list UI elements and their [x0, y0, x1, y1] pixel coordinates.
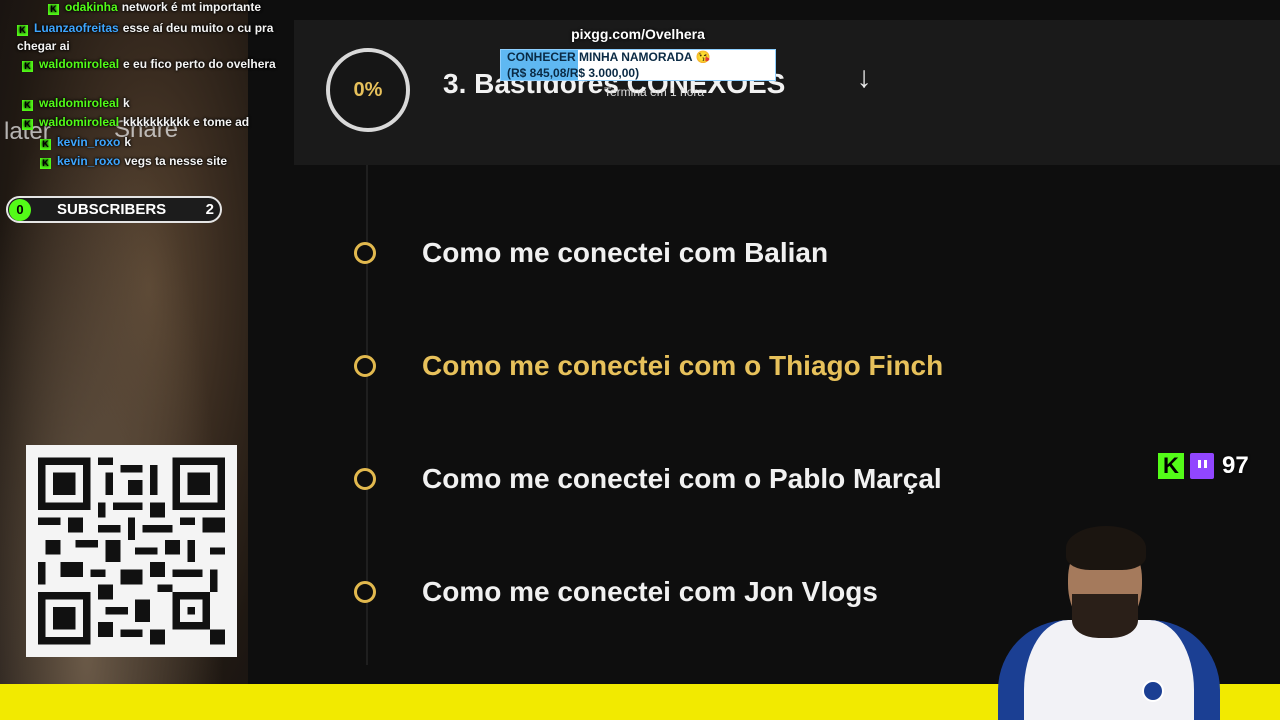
qr-code-image [38, 457, 225, 645]
chat-text: network é mt importante [121, 0, 262, 14]
chat-message: Kwaldomiroleal k [22, 96, 130, 111]
kick-badge-icon: K [40, 158, 51, 169]
chat-username: kevin_roxo [57, 135, 121, 149]
streamer-beard [1072, 594, 1138, 638]
chat-text: e eu fico perto do ovelhera [123, 57, 276, 71]
chat-message: Kkevin_roxo k [40, 135, 131, 150]
donation-goal-bar: CONHECER MINHA NAMORADA 😘 (R$ 845,08/R$ … [500, 49, 776, 81]
lesson-title[interactable]: Como me conectei com Balian [422, 237, 828, 269]
chat-message: Kodakinha network é mt importante [48, 0, 261, 15]
donation-ends-in: Termina em 1 hora [604, 85, 705, 99]
kick-badge-icon: K [17, 25, 28, 36]
kick-badge-icon: K [22, 100, 33, 111]
qr-code [26, 445, 237, 657]
kick-logo-icon: K [1158, 453, 1184, 479]
lesson-title[interactable]: Como me conectei com o Pablo Marçal [422, 463, 942, 495]
chat-message: Kkevin_roxo vegs ta nesse site [40, 154, 227, 169]
chat-message: Kwaldomiroleal kkkkkkkkkk e tome ad [22, 115, 249, 130]
chat-text: k [124, 135, 132, 149]
donation-goal-title: CONHECER MINHA NAMORADA 😘 [507, 50, 711, 64]
subscribers-goal-bar: 0 SUBSCRIBERS 2 [6, 196, 222, 223]
lesson-item[interactable]: Como me conectei com o Pablo Marçal [354, 463, 942, 495]
chat-text: k [123, 96, 130, 110]
donation-goal-amount: (R$ 845,08/R$ 3.000,00) [507, 66, 640, 80]
chat-username: waldomiroleal [39, 96, 120, 110]
arrow-down-icon[interactable]: ↓ [850, 60, 878, 96]
lesson-item[interactable]: Como me conectei com Jon Vlogs [354, 576, 878, 608]
chat-username: Luanzaofreitas [34, 21, 119, 35]
lesson-status-icon [354, 355, 376, 377]
lesson-item-active[interactable]: Como me conectei com o Thiago Finch [354, 350, 943, 382]
subscribers-current: 0 [9, 198, 31, 221]
subscribers-goal: 2 [205, 201, 214, 218]
module-header[interactable] [294, 20, 1280, 165]
lesson-title[interactable]: Como me conectei com o Thiago Finch [422, 350, 943, 382]
viewer-counter: K 97 [1158, 452, 1249, 480]
lesson-status-icon [354, 581, 376, 603]
subscribers-label: SUBSCRIBERS [57, 201, 167, 218]
chat-username: waldomiroleal [39, 57, 120, 71]
streamer-hair [1066, 526, 1146, 570]
stream-scene: 0% 3. Bastidores CONEXÕES ↓ Como me cone… [0, 0, 1280, 720]
chat-username: kevin_roxo [57, 154, 121, 168]
chat-message: Kwaldomiroleal e eu fico perto do ovelher… [22, 57, 276, 72]
lesson-title[interactable]: Como me conectei com Jon Vlogs [422, 576, 878, 608]
kick-badge-icon: K [48, 4, 59, 15]
module-progress-ring: 0% [326, 48, 410, 132]
chat-text: kkkkkkkkkk e tome ad [123, 115, 250, 129]
viewer-count: 97 [1222, 452, 1249, 479]
kick-badge-icon: K [22, 61, 33, 72]
chat-text: vegs ta nesse site [124, 154, 228, 168]
chat-message: K Luanzaofreitas esse aí deu muito o cu pr… [17, 19, 277, 55]
kick-badge-icon: K [22, 119, 33, 130]
donation-url: pixgg.com/Ovelhera [571, 26, 705, 42]
lesson-item[interactable]: Como me conectei com Balian [354, 237, 828, 269]
lesson-status-icon [354, 242, 376, 264]
kick-badge-icon: K [40, 139, 51, 150]
lesson-status-icon [354, 468, 376, 490]
chat-username: waldomiroleal [39, 115, 120, 129]
twitch-logo-icon [1190, 453, 1214, 479]
streamer-webcam [994, 520, 1224, 720]
shirt-crest-icon [1142, 680, 1164, 702]
chat-username: odakinha [65, 0, 118, 14]
